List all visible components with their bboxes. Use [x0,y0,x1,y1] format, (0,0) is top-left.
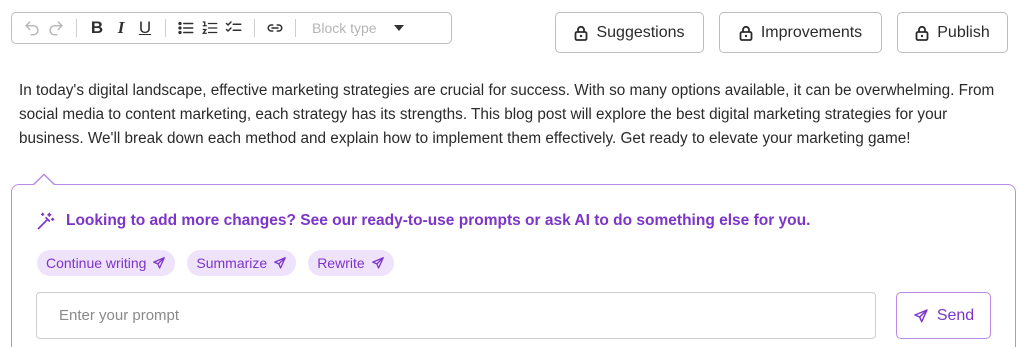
lock-icon [739,25,753,41]
lock-icon [915,25,929,41]
numbered-list-icon[interactable] [198,16,222,40]
toolbar-divider [165,19,166,37]
toolbar-divider [254,19,255,37]
link-icon[interactable] [263,16,287,40]
block-type-placeholder: Block type [312,20,377,36]
undo-icon[interactable] [20,16,44,40]
suggestions-label: Suggestions [596,23,685,41]
send-icon [153,257,166,269]
redo-icon[interactable] [44,16,68,40]
toolbar-divider [295,19,296,37]
chip-label: Summarize [196,255,268,271]
improvements-button[interactable]: Improvements [719,12,882,53]
chip-continue-writing[interactable]: Continue writing [37,250,176,276]
magic-wand-icon [37,212,55,230]
send-icon [914,308,928,322]
checklist-icon[interactable] [222,16,246,40]
lock-icon [575,25,588,41]
block-type-select[interactable]: Block type [308,16,408,40]
prompt-input[interactable] [36,292,876,339]
send-icon [274,257,287,269]
italic-button[interactable]: I [109,16,133,40]
chip-rewrite[interactable]: Rewrite [308,250,394,276]
editor-toolbar: B I U Block type [11,12,452,44]
chip-label: Rewrite [317,255,365,271]
send-label: Send [936,306,975,324]
bullet-list-icon[interactable] [174,16,198,40]
prompt-chips: Continue writing Summarize Rewrite [37,250,394,276]
chip-summarize[interactable]: Summarize [187,250,297,276]
editor-paragraph[interactable]: In today's digital landscape, effective … [19,79,1004,151]
publish-label: Publish [937,23,990,41]
send-button[interactable]: Send [896,292,991,339]
caret-down-icon [394,25,404,31]
panel-pointer [33,173,55,185]
ai-headline: Looking to add more changes? See our rea… [36,211,810,231]
toolbar-divider [76,19,77,37]
bold-button[interactable]: B [85,16,109,40]
ai-headline-text: Looking to add more changes? See our rea… [66,212,811,229]
chip-label: Continue writing [46,255,147,271]
publish-button[interactable]: Publish [897,12,1008,53]
suggestions-button[interactable]: Suggestions [555,12,704,53]
send-icon [371,257,384,269]
underline-button[interactable]: U [133,16,157,40]
improvements-label: Improvements [760,23,863,41]
